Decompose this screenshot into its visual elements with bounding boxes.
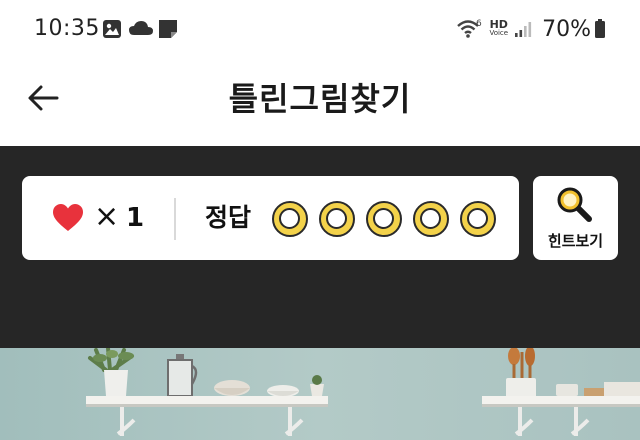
score-card: × 1 정답: [22, 176, 519, 260]
answer-slot: [460, 201, 496, 237]
note-icon: [159, 20, 177, 38]
answer-slots: [272, 201, 496, 237]
signal-icon: [515, 22, 532, 37]
hd-voice-icon: HD Voice: [489, 18, 509, 38]
answer-slot: [366, 201, 402, 237]
wifi-6-icon: 6: [457, 19, 482, 38]
lives-count: 1: [126, 203, 145, 233]
answer-slot: [272, 201, 308, 237]
cloud-icon: [129, 21, 153, 35]
battery-icon: [595, 19, 605, 38]
svg-text:6: 6: [476, 19, 482, 29]
answer-slot: [319, 201, 355, 237]
hd-label: HD: [489, 18, 508, 31]
hint-label: 힌트보기: [547, 232, 604, 250]
status-time: 10:35: [34, 16, 100, 41]
hint-button[interactable]: 힌트보기: [533, 176, 618, 260]
french-press: [167, 354, 198, 397]
answer-label: 정답: [205, 203, 252, 232]
game-panel: × 1 정답 힌트보기: [0, 146, 640, 348]
gallery-icon: [103, 20, 121, 38]
answer-slot: [413, 201, 449, 237]
magnifier-icon: [557, 187, 592, 222]
puzzle-image[interactable]: [0, 348, 640, 440]
kitchen-shelf-picture: [0, 348, 640, 440]
app-bar: 틀린그림찾기: [0, 60, 640, 146]
divider: [174, 198, 176, 240]
times-sign: ×: [94, 199, 120, 234]
page-title: 틀린그림찾기: [228, 80, 412, 118]
status-right-group: 6 HD Voice 70%: [457, 14, 606, 44]
battery-percentage: 70%: [542, 16, 591, 42]
status-bar: 10:35 6 HD Voice 70%: [0, 0, 640, 60]
voice-label: Voice: [489, 29, 509, 37]
heart-icon: [53, 204, 83, 231]
